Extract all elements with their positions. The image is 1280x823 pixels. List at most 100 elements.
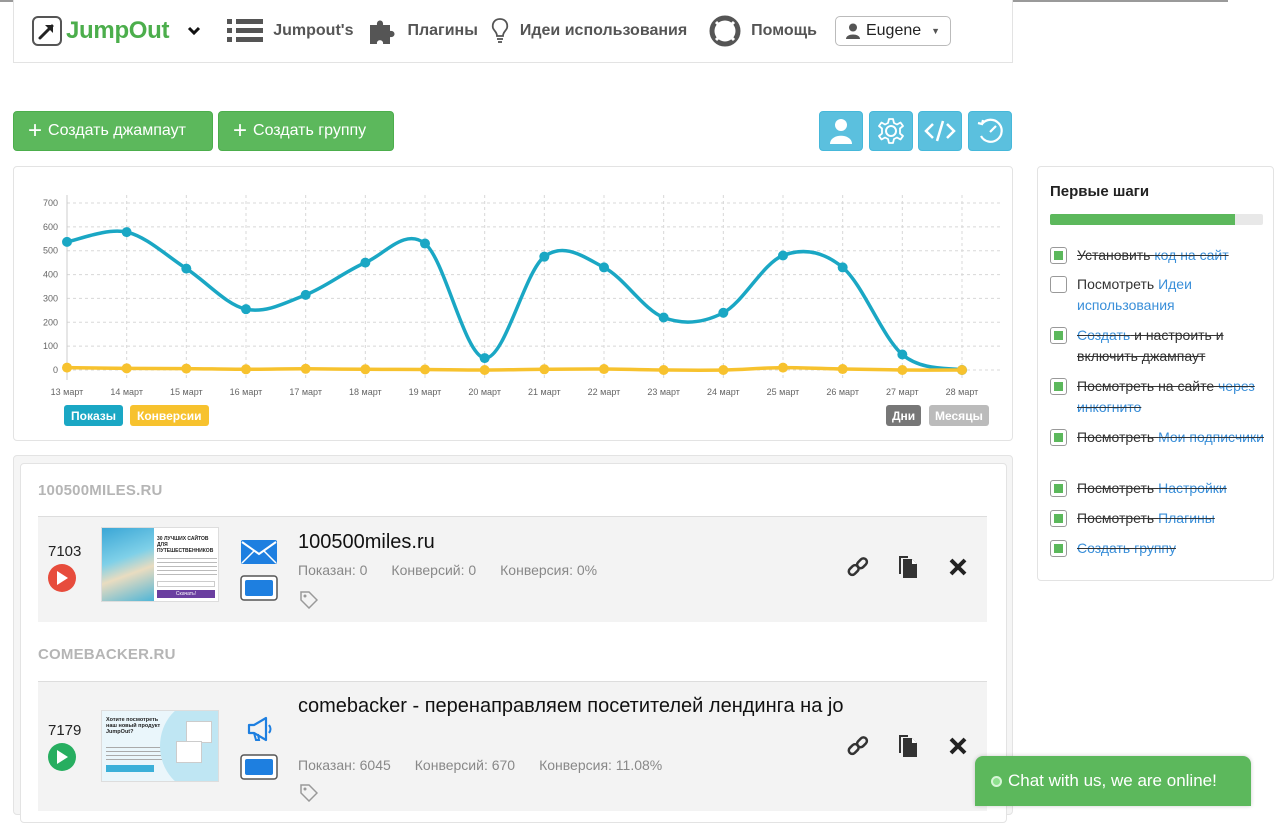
x-tick-label: 22 март: [588, 387, 621, 397]
step-text: Посмотреть Настройки: [1077, 478, 1227, 499]
step-text-before: Посмотреть: [1077, 510, 1159, 526]
copy-icon: [897, 734, 919, 758]
step-link[interactable]: Создать: [1077, 327, 1130, 343]
step-checkbox[interactable]: [1050, 510, 1067, 527]
play-icon: [56, 571, 68, 585]
jumpout-id: 7179: [48, 722, 82, 739]
create-group-button[interactable]: + Создать группу: [218, 111, 394, 151]
data-point: [837, 262, 848, 273]
megaphone-icon: [246, 716, 274, 747]
step-checkbox[interactable]: [1050, 327, 1067, 344]
step-text-before: Установить: [1077, 247, 1155, 263]
jumpout-title[interactable]: 100500miles.ru: [298, 527, 435, 557]
desktop-popup-icon: [240, 575, 278, 606]
stat-conversions: Конверсий: 0: [391, 562, 477, 578]
stat-rate: Конверсия: 11.08%: [539, 757, 663, 773]
step-link[interactable]: Плагины: [1158, 510, 1215, 526]
lightbulb-icon: [490, 17, 510, 45]
profile-button[interactable]: [819, 111, 863, 151]
data-point: [658, 312, 669, 323]
step-link[interactable]: Настройки: [1158, 480, 1227, 496]
range-days-button[interactable]: Дни: [886, 405, 922, 426]
data-point: [300, 289, 311, 300]
nav-ideas[interactable]: Идеи использования: [490, 17, 687, 45]
data-point: [658, 365, 669, 375]
step-link[interactable]: Создать группу: [1077, 540, 1176, 556]
duplicate-button[interactable]: [895, 554, 921, 580]
history-button[interactable]: [968, 111, 1012, 151]
play-button[interactable]: [48, 564, 76, 592]
brand-logo[interactable]: JumpOut: [32, 16, 201, 46]
x-tick-label: 13 март: [51, 387, 84, 397]
duplicate-button[interactable]: [895, 733, 921, 759]
x-tick-label: 15 март: [170, 387, 203, 397]
jumpout-preview[interactable]: 30 ЛУЧШИХ САЙТОВ ДЛЯ ПУТЕШЕСТВЕННИКОВ Ск…: [101, 527, 219, 602]
settings-button[interactable]: [869, 111, 913, 151]
step-text: Посмотреть на сайте через инкогнито: [1077, 376, 1268, 418]
list-icon: [227, 18, 264, 44]
data-point: [897, 349, 908, 360]
jumpout-title[interactable]: comebacker - перенаправляем посетителей …: [298, 691, 858, 721]
range-months-button[interactable]: Месяцы: [929, 405, 989, 426]
jumpout-preview[interactable]: Хотите посмотреть наш новый продукт Jump…: [101, 710, 219, 782]
chevron-down-icon[interactable]: [187, 23, 201, 39]
step-text: Посмотреть Мои подписчики: [1077, 427, 1264, 448]
nav-jumpouts[interactable]: Jumpout's: [227, 18, 353, 44]
step-checkbox[interactable]: [1050, 540, 1067, 557]
stat-rate: Конверсия: 0%: [500, 562, 598, 578]
user-name: Eugene: [865, 22, 922, 39]
jumpout-stats: Показан: 0 Конверсий: 0 Конверсия: 0%: [298, 562, 621, 578]
series-line-conversions: [66, 365, 963, 372]
step-text: Создать группу: [1077, 538, 1176, 559]
x-tick-label: 16 март: [230, 387, 263, 397]
nav-plugins[interactable]: Плагины: [367, 16, 478, 46]
user-icon: [845, 23, 860, 39]
tag-icon[interactable]: [300, 784, 319, 807]
embed-code-button[interactable]: [918, 111, 962, 151]
data-point: [420, 238, 430, 249]
delete-button[interactable]: [945, 554, 971, 580]
plus-icon: +: [233, 117, 248, 144]
stat-shows: Показан: 6045: [298, 757, 391, 773]
step-checkbox[interactable]: [1050, 378, 1067, 395]
data-point: [181, 263, 192, 274]
puzzle-icon: [367, 16, 397, 46]
y-tick-label: 400: [43, 270, 58, 280]
nav-ideas-label: Идеи использования: [519, 22, 688, 39]
y-tick-label: 300: [43, 293, 58, 303]
data-point: [121, 227, 132, 238]
preview-text: [157, 558, 217, 576]
step-text: Посмотреть Идеи использования: [1077, 274, 1268, 316]
step-checkbox[interactable]: [1050, 247, 1067, 264]
y-tick-label: 500: [43, 246, 58, 256]
nav-help[interactable]: Помощь: [709, 15, 817, 47]
x-tick-label: 19 март: [409, 387, 442, 397]
data-point: [300, 363, 311, 374]
jumpout-row: 7179 Хотите посмотреть наш новый продукт…: [38, 681, 987, 811]
step-checkbox[interactable]: [1050, 429, 1067, 446]
tag-icon[interactable]: [300, 591, 319, 614]
create-jumpout-button[interactable]: + Создать джампаут: [13, 111, 213, 151]
step-checkbox[interactable]: [1050, 480, 1067, 497]
step-item: Установить код на сайт: [1050, 245, 1268, 266]
live-chat-button[interactable]: Chat with us, we are online!: [975, 756, 1251, 806]
step-link[interactable]: Мои подписчики: [1158, 429, 1264, 445]
online-status-icon: [991, 775, 1002, 787]
group-title: COMEBACKER.RU: [38, 646, 176, 663]
step-link[interactable]: код на сайт: [1154, 247, 1228, 263]
link-button[interactable]: [845, 554, 871, 580]
close-icon: [948, 557, 968, 577]
data-point: [539, 364, 550, 375]
user-menu-button[interactable]: Eugene ▼: [834, 16, 952, 46]
step-text-before: Посмотреть на сайте: [1077, 378, 1219, 394]
delete-button[interactable]: [945, 733, 971, 759]
envelope-icon: [240, 539, 278, 570]
link-button[interactable]: [845, 733, 871, 759]
data-point: [360, 364, 371, 375]
step-checkbox[interactable]: [1050, 276, 1067, 293]
play-button[interactable]: [48, 743, 76, 771]
legend-shows[interactable]: Показы: [64, 405, 123, 426]
step-text: Создать и настроить и включить джампаут: [1077, 325, 1268, 367]
preview-heading: 30 ЛУЧШИХ САЙТОВ ДЛЯ ПУТЕШЕСТВЕННИКОВ: [157, 536, 214, 554]
legend-conversions[interactable]: Конверсии: [130, 405, 209, 426]
